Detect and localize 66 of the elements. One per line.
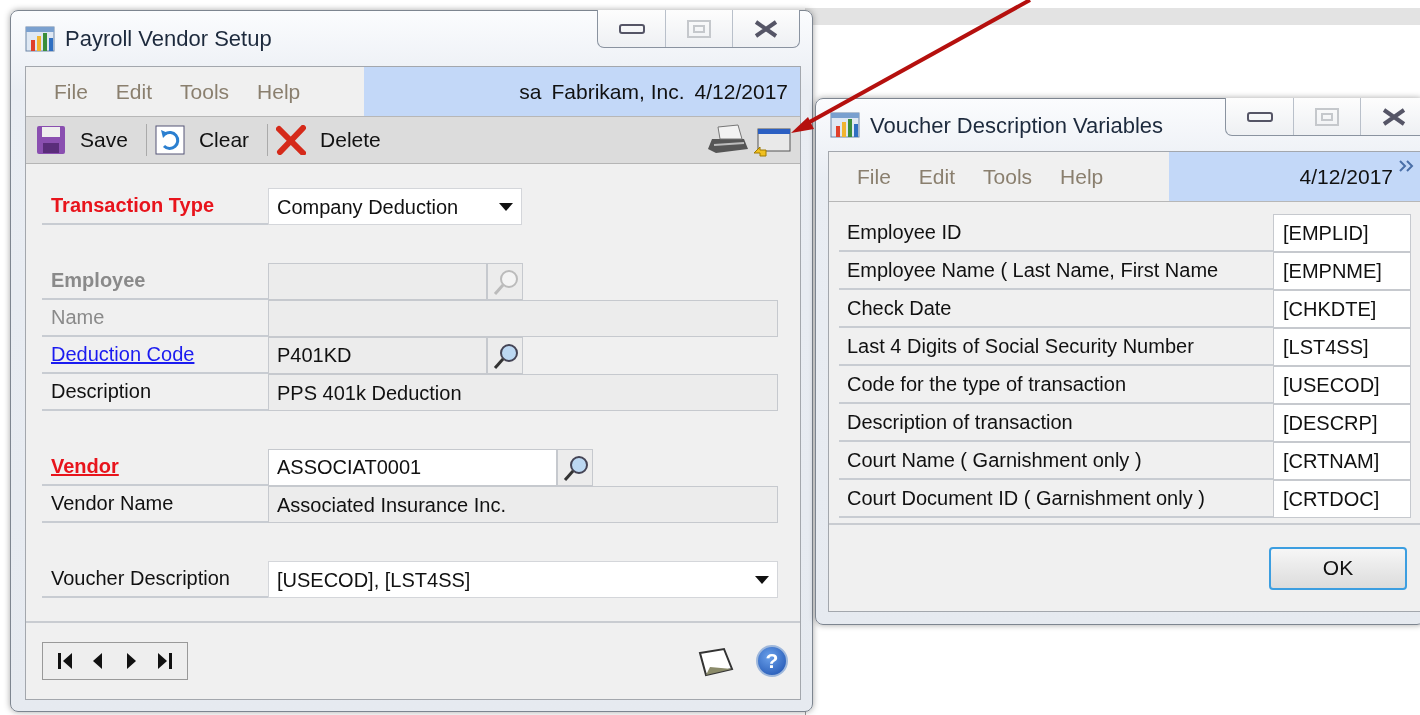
ok-button[interactable]: OK <box>1269 546 1407 590</box>
menu-item[interactable]: Edit <box>904 160 970 193</box>
window-title: Payroll Vendor Setup <box>65 25 272 53</box>
variable-name: Court Name ( Garnishment only ) <box>839 442 1273 480</box>
field-label: Name <box>51 305 105 330</box>
menu-item[interactable]: Edit <box>101 75 167 108</box>
field-link[interactable]: Deduction Code <box>51 339 195 369</box>
variable-code: [DESCRP] <box>1273 404 1411 442</box>
variable-code: [LST4SS] <box>1273 328 1411 366</box>
delete-icon <box>276 125 307 155</box>
variable-name: Check Date <box>839 290 1273 328</box>
close-icon <box>1380 107 1408 126</box>
menu-item[interactable]: File <box>40 75 102 108</box>
field-label: Transaction Type <box>51 193 214 218</box>
dropdown-field[interactable]: [USECOD], [LST4SS] <box>268 561 778 598</box>
variable-code: [USECOD] <box>1273 366 1411 404</box>
variable-name: Description of transaction <box>839 404 1273 442</box>
company-name: Fabrikam, Inc. <box>551 78 685 105</box>
field-link[interactable]: Vendor <box>51 451 119 481</box>
lookup-button[interactable] <box>487 337 523 374</box>
app-icon <box>25 23 55 54</box>
chevron-icon[interactable] <box>1399 160 1415 172</box>
window-title: Voucher Description Variables <box>870 111 1164 140</box>
variable-code: [EMPLID] <box>1273 214 1411 252</box>
maximize-icon <box>685 19 713 38</box>
menu-item[interactable]: Tools <box>969 160 1047 193</box>
delete-button[interactable]: Delete <box>274 122 393 158</box>
clear-button[interactable]: Clear <box>152 122 262 158</box>
maximize-icon <box>1313 107 1341 126</box>
lookup-field[interactable]: P401KD <box>268 337 487 374</box>
search-icon <box>561 453 589 482</box>
display-field: PPS 401k Deduction <box>268 374 778 411</box>
variable-code: [CHKDTE] <box>1273 290 1411 328</box>
search-icon <box>491 341 519 370</box>
variable-name: Employee ID <box>839 214 1273 252</box>
help-button[interactable]: ? <box>756 645 788 677</box>
field-label: Employee <box>51 268 146 293</box>
date-text: 4/12/2017 <box>694 78 788 105</box>
variable-name: Court Document ID ( Garnishment only ) <box>839 480 1273 518</box>
app-icon <box>830 110 860 140</box>
variable-name: Code for the type of transaction <box>839 366 1273 404</box>
variable-name: Employee Name ( Last Name, First Name <box>839 252 1273 290</box>
field-label: Description <box>51 379 152 404</box>
caret-icon <box>499 202 513 211</box>
variable-code: [CRTNAM] <box>1273 442 1411 480</box>
menu-item[interactable]: File <box>843 160 905 193</box>
caret-icon <box>755 575 769 584</box>
last-record-icon <box>156 651 173 671</box>
variable-code: [CRTDOC] <box>1273 480 1411 518</box>
user-name: sa <box>519 78 542 105</box>
date-text: 4/12/2017 <box>1299 163 1393 190</box>
field-label: Vendor Name <box>51 491 174 516</box>
menu-item[interactable]: Help <box>243 75 315 108</box>
variable-name: Last 4 Digits of Social Security Number <box>839 328 1273 366</box>
dropdown-field[interactable]: Company Deduction <box>268 188 522 225</box>
search-icon <box>491 267 519 296</box>
first-record-icon <box>57 651 74 671</box>
save-button[interactable]: Save <box>34 122 140 158</box>
lookup-field[interactable]: ASSOCIAT0001 <box>268 449 557 486</box>
menu-item[interactable]: Tools <box>166 75 244 108</box>
lookup-button[interactable] <box>557 449 593 486</box>
close-icon <box>752 19 780 38</box>
variable-code: [EMPNME] <box>1273 252 1411 290</box>
field-label: Voucher Description <box>51 566 230 591</box>
display-field: Associated Insurance Inc. <box>268 486 778 523</box>
menu-item[interactable]: Help <box>1046 160 1118 193</box>
